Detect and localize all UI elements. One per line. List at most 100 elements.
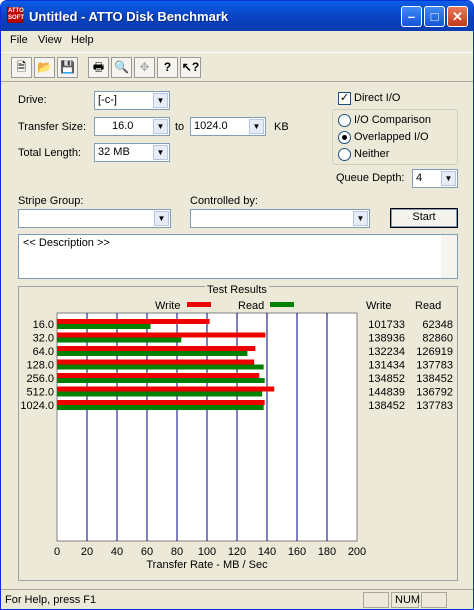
read-value: 137783 <box>416 360 453 372</box>
queue-depth-select[interactable]: 4 ▼ <box>412 169 458 188</box>
direct-io-label: Direct I/O <box>354 92 401 104</box>
chevron-down-icon: ▼ <box>249 119 264 134</box>
x-tick-label: 80 <box>171 546 183 558</box>
write-bar <box>57 332 266 338</box>
direct-io-checkbox[interactable]: ✓ <box>338 92 351 105</box>
read-bar <box>57 391 263 397</box>
io-comparison-label: I/O Comparison <box>354 114 432 126</box>
x-tick-label: 160 <box>288 546 306 558</box>
status-help-text: For Help, press F1 <box>5 594 97 606</box>
y-tick-label: 1024.0 <box>20 400 54 412</box>
drive-select[interactable]: [-c-] ▼ <box>94 91 170 110</box>
app-window: ATTO SOFT Untitled - ATTO Disk Benchmark… <box>0 0 474 610</box>
legend-write-swatch <box>187 302 211 307</box>
x-tick-label: 200 <box>348 546 366 558</box>
read-bar <box>57 364 264 370</box>
close-button[interactable]: ✕ <box>447 6 468 27</box>
queue-depth-label: Queue Depth: <box>336 172 405 184</box>
y-tick-label: 512.0 <box>26 387 54 399</box>
read-value: 62348 <box>422 319 453 331</box>
drive-label: Drive: <box>18 94 47 106</box>
description-text: << Description >> <box>23 237 110 249</box>
queue-depth-value: 4 <box>416 172 423 184</box>
start-button[interactable]: Start <box>390 208 458 228</box>
drive-value: [-c-] <box>98 94 117 106</box>
description-textarea[interactable]: << Description >> <box>18 234 458 279</box>
legend-read-swatch <box>270 302 294 307</box>
context-help-icon[interactable]: ↖? <box>180 57 201 78</box>
y-tick-label: 256.0 <box>26 373 54 385</box>
neither-radio[interactable] <box>338 148 351 161</box>
transfer-size-to-select[interactable]: 1024.0 ▼ <box>190 117 266 136</box>
read-value: 82860 <box>422 333 453 345</box>
chevron-down-icon: ▼ <box>441 171 456 186</box>
write-bar <box>57 373 260 378</box>
read-value: 137783 <box>416 400 453 412</box>
read-bar <box>57 337 182 343</box>
column-header-read: Read <box>415 300 441 312</box>
transfer-size-from-select[interactable]: 16.0 ▼ <box>94 117 170 136</box>
y-tick-label: 32.0 <box>33 333 54 345</box>
legend-read-label: Read <box>238 300 264 312</box>
y-tick-label: 64.0 <box>33 346 54 358</box>
help-icon[interactable]: ? <box>157 57 178 78</box>
overlapped-io-radio[interactable] <box>338 131 351 144</box>
x-tick-label: 140 <box>258 546 276 558</box>
x-tick-label: 100 <box>198 546 216 558</box>
minimize-button[interactable]: – <box>401 6 422 27</box>
menu-help[interactable]: Help <box>71 34 94 46</box>
print-icon[interactable]: 🖶 <box>88 57 109 78</box>
legend-write-label: Write <box>155 300 180 312</box>
read-value: 126919 <box>416 346 453 358</box>
stripe-group-label: Stripe Group: <box>18 195 84 207</box>
total-length-select[interactable]: 32 MB ▼ <box>94 143 170 162</box>
title-bar[interactable]: ATTO SOFT Untitled - ATTO Disk Benchmark… <box>1 1 473 31</box>
transfer-from-value: 16.0 <box>112 120 134 132</box>
write-bar <box>57 319 210 324</box>
new-icon[interactable]: 🗎 <box>11 57 32 78</box>
y-tick-label: 128.0 <box>26 360 54 372</box>
x-tick-label: 40 <box>111 546 123 558</box>
write-value: 138936 <box>368 333 405 345</box>
menu-view[interactable]: View <box>38 34 62 46</box>
status-num: NUM <box>391 592 420 608</box>
controlled-by-label: Controlled by: <box>190 195 258 207</box>
read-value: 136792 <box>416 387 453 399</box>
transfer-to-value: 1024.0 <box>194 120 228 132</box>
window-title: Untitled - ATTO Disk Benchmark <box>29 9 229 24</box>
menu-bar: File View Help <box>1 31 473 51</box>
neither-label: Neither <box>354 148 390 160</box>
chevron-down-icon: ▼ <box>153 119 168 134</box>
save-icon[interactable]: 💾 <box>57 57 78 78</box>
write-value: 131434 <box>368 360 405 372</box>
move-icon[interactable]: ✥ <box>134 57 155 78</box>
print-preview-icon[interactable]: 🔍 <box>111 57 132 78</box>
controlled-by-select[interactable]: ▼ <box>190 209 370 228</box>
benchmark-chart: Write Read Write Read 0 20 40 60 80 100 120 140 160 1… <box>20 300 453 571</box>
x-tick-label: 180 <box>318 546 336 558</box>
read-bar <box>57 378 265 383</box>
write-bar <box>57 400 265 405</box>
read-bar <box>57 405 264 410</box>
io-comparison-radio[interactable] <box>338 114 351 127</box>
test-results-panel: Test Results Write Read Write Read 0 20 40 60 80… <box>18 284 458 581</box>
chevron-down-icon: ▼ <box>153 93 168 108</box>
description-scrollbar[interactable] <box>441 235 457 278</box>
write-value: 132234 <box>368 346 405 358</box>
x-tick-label: 20 <box>81 546 93 558</box>
x-axis-label: Transfer Rate - MB / Sec <box>146 559 268 571</box>
status-cell-scrl <box>421 592 447 608</box>
overlapped-io-label: Overlapped I/O <box>354 131 429 143</box>
open-icon[interactable]: 📂 <box>34 57 55 78</box>
write-bar <box>57 346 256 351</box>
read-value: 138452 <box>416 373 453 385</box>
kb-label: KB <box>274 121 289 133</box>
write-value: 138452 <box>368 400 405 412</box>
read-bar <box>57 324 151 329</box>
stripe-group-select[interactable]: ▼ <box>18 209 171 228</box>
chevron-down-icon: ▼ <box>153 145 168 160</box>
menu-file[interactable]: File <box>10 34 28 46</box>
x-tick-label: 120 <box>228 546 246 558</box>
status-cell-caps <box>363 592 389 608</box>
maximize-button[interactable]: □ <box>424 6 445 27</box>
